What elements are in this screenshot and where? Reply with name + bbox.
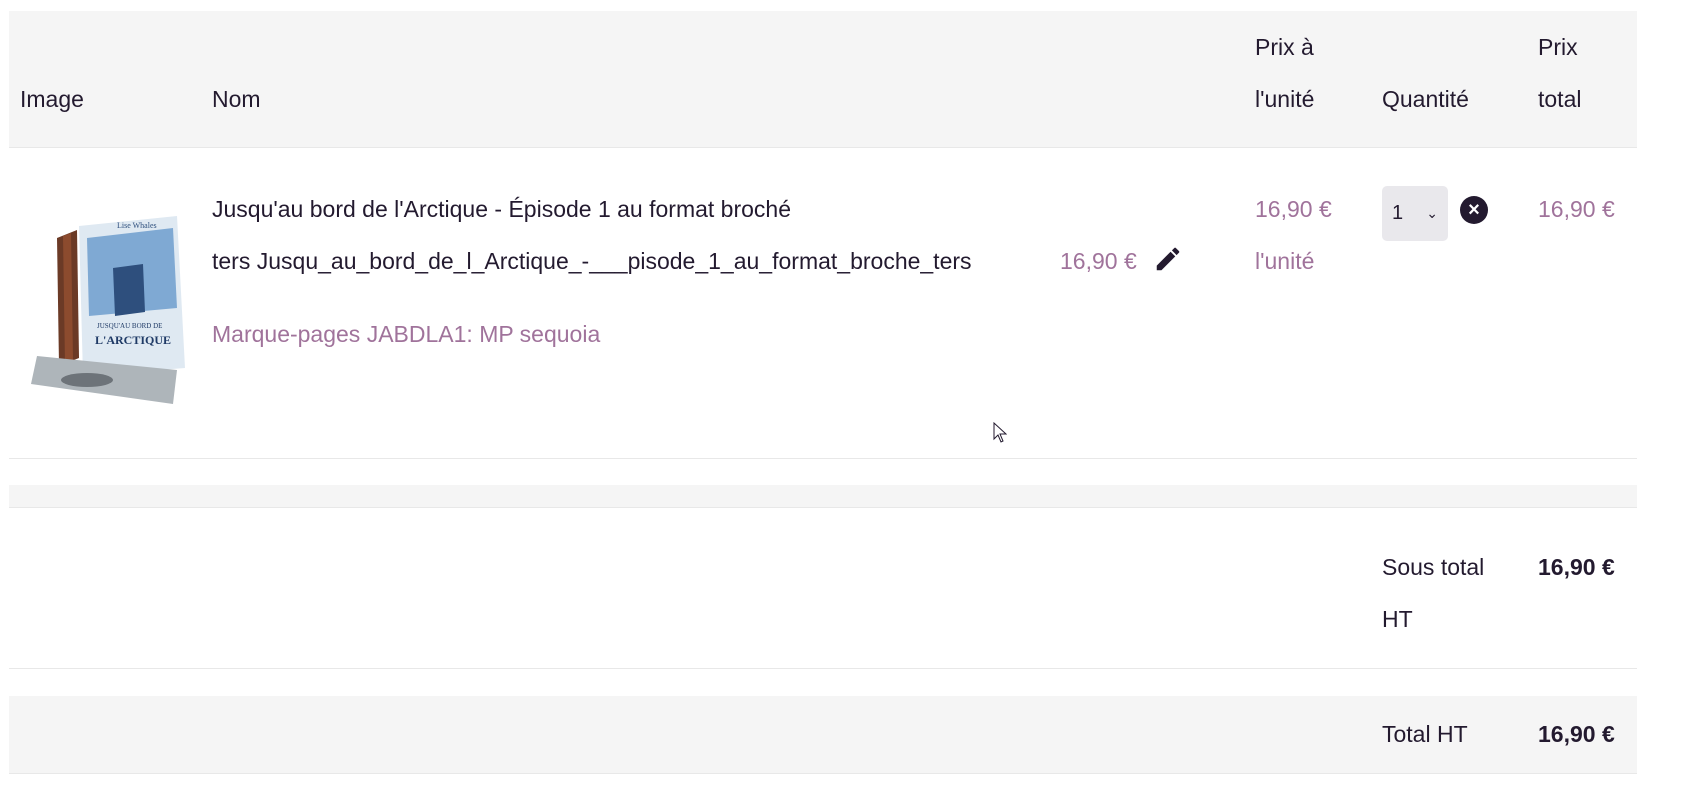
product-title[interactable]: Jusqu'au bord de l'Arctique - Épisode 1 …: [212, 181, 791, 237]
product-thumbnail[interactable]: Lise Whales JUSQU'AU BORD DE L'ARCTIQUE: [27, 208, 187, 408]
close-circle-icon: ×: [1468, 199, 1480, 221]
col-name-header: Nom: [212, 86, 261, 112]
table-row: Lise Whales JUSQU'AU BORD DE L'ARCTIQUE …: [9, 148, 1637, 459]
subtotal-row: Sous total HT 16,90 €: [9, 507, 1637, 669]
table-divider: [9, 485, 1637, 507]
chevron-down-icon: ⌄: [1426, 205, 1438, 221]
table-header: Image Nom Prix à l'unité Quantité Prix t…: [9, 11, 1637, 148]
unit-price-suffix: l'unité: [1255, 248, 1315, 274]
cover-author: Lise Whales: [117, 221, 157, 230]
total-value: 16,90 €: [1538, 721, 1615, 747]
total-row: Total HT 16,90 €: [9, 696, 1637, 774]
mouse-cursor-icon: [993, 422, 1007, 443]
quantity-select[interactable]: 1 ⌄: [1382, 186, 1448, 241]
quantity-value: 1: [1392, 202, 1404, 224]
subtotal-label-line2: HT: [1382, 606, 1413, 632]
col-total-header-line1: Prix: [1538, 34, 1578, 60]
total-price: 16,90 €: [1538, 196, 1615, 222]
col-quantity-header: Quantité: [1382, 86, 1469, 112]
col-unit-price-header-line1: Prix à: [1255, 34, 1314, 60]
bookmark-link[interactable]: Marque-pages JABDLA1: MP sequoia: [212, 306, 600, 362]
col-unit-price-header-line2: l'unité: [1255, 86, 1315, 112]
subtotal-value: 16,90 €: [1538, 554, 1615, 580]
cart-table: Image Nom Prix à l'unité Quantité Prix t…: [9, 11, 1637, 774]
remove-item-button[interactable]: ×: [1460, 196, 1488, 224]
pencil-icon[interactable]: [1153, 244, 1183, 274]
col-image-header: Image: [20, 86, 84, 112]
unit-price: 16,90 €: [1255, 196, 1332, 222]
cover-title-line2: L'ARCTIQUE: [95, 333, 171, 347]
total-label: Total HT: [1382, 721, 1468, 747]
cover-title-line1: JUSQU'AU BORD DE: [97, 322, 162, 330]
product-variant: ters Jusqu_au_bord_de_l_Arctique_-___pis…: [212, 248, 972, 274]
col-total-header-line2: total: [1538, 86, 1582, 112]
variant-price: 16,90 €: [1060, 248, 1137, 274]
subtotal-label-line1: Sous total: [1382, 554, 1485, 580]
